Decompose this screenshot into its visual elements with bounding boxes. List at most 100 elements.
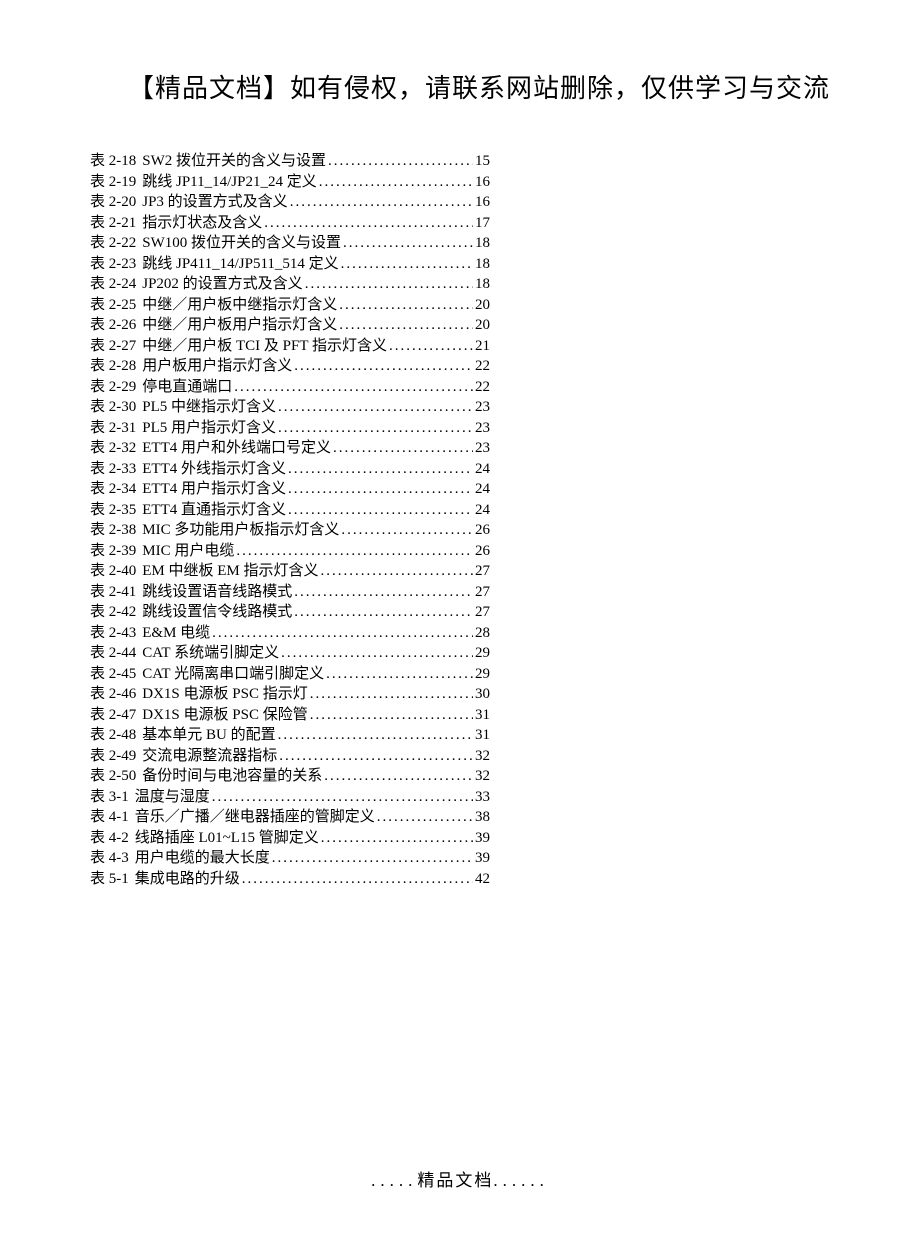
- toc-row: 表 2-27中继／用户板 TCI 及 PFT 指示灯含义21: [90, 336, 490, 357]
- toc-row: 表 2-47DX1S 电源板 PSC 保险管31: [90, 705, 490, 726]
- toc-page-number: 38: [473, 807, 490, 828]
- toc-leader-dots: [288, 192, 473, 213]
- toc-label: 表 2-32: [90, 438, 142, 459]
- toc-row: 表 2-22SW100 拨位开关的含义与设置18: [90, 233, 490, 254]
- toc-page-number: 30: [473, 684, 490, 705]
- toc-leader-dots: [337, 295, 473, 316]
- toc-label: 表 2-24: [90, 274, 142, 295]
- toc-page-number: 23: [473, 418, 490, 439]
- toc-title: 用户电缆的最大长度: [135, 848, 270, 869]
- toc-row: 表 2-43E&M 电缆28: [90, 623, 490, 644]
- toc-row: 表 2-29 停电直通端口22: [90, 377, 490, 398]
- toc-page-number: 32: [473, 746, 490, 767]
- toc-label: 表 2-33: [90, 459, 142, 480]
- toc-leader-dots: [286, 459, 473, 480]
- toc-label: 表 2-46: [90, 684, 142, 705]
- toc-page-number: 21: [473, 336, 490, 357]
- toc-leader-dots: [337, 315, 473, 336]
- toc-row: 表 2-26中继／用户板用户指示灯含义20: [90, 315, 490, 336]
- toc-label: 表 2-40: [90, 561, 142, 582]
- toc-leader-dots: [319, 828, 473, 849]
- toc-leader-dots: [303, 274, 473, 295]
- toc-page-number: 18: [473, 274, 490, 295]
- toc-title: 跳线 JP411_14/JP511_514 定义: [142, 254, 338, 275]
- toc-title: CAT 光隔离串口端引脚定义: [142, 664, 324, 685]
- table-of-contents: 表 2-18SW2 拨位开关的含义与设置15表 2-19跳线 JP11_14/J…: [90, 151, 830, 889]
- toc-row: 表 2-24JP202 的设置方式及含义18: [90, 274, 490, 295]
- toc-page-number: 24: [473, 459, 490, 480]
- toc-label: 表 2-27: [90, 336, 142, 357]
- toc-leader-dots: [339, 520, 473, 541]
- toc-leader-dots: [210, 787, 473, 808]
- toc-label: 表 2-47: [90, 705, 142, 726]
- toc-row: 表 2-25中继／用户板中继指示灯含义20: [90, 295, 490, 316]
- toc-label: 表 2-21: [90, 213, 142, 234]
- toc-label: 表 2-42: [90, 602, 142, 623]
- toc-row: 表 2-34ETT4 用户指示灯含义24: [90, 479, 490, 500]
- footer-text: 精品文档: [417, 1171, 493, 1190]
- toc-row: 表 2-40EM 中继板 EM 指示灯含义27: [90, 561, 490, 582]
- toc-page-number: 20: [473, 315, 490, 336]
- toc-leader-dots: [324, 664, 473, 685]
- toc-label: 表 5-1: [90, 869, 135, 890]
- toc-page-number: 17: [473, 213, 490, 234]
- toc-row: 表 3-1 温度与湿度33: [90, 787, 490, 808]
- toc-page-number: 39: [473, 828, 490, 849]
- toc-leader-dots: [262, 213, 473, 234]
- toc-leader-dots: [292, 602, 473, 623]
- toc-label: 表 2-20: [90, 192, 142, 213]
- toc-page-number: 26: [473, 541, 490, 562]
- toc-title: DX1S 电源板 PSC 指示灯: [142, 684, 307, 705]
- toc-title: JP3 的设置方式及含义: [142, 192, 287, 213]
- toc-leader-dots: [286, 479, 473, 500]
- toc-leader-dots: [322, 766, 473, 787]
- toc-row: 表 5-1 集成电路的升级42: [90, 869, 490, 890]
- toc-label: 表 4-2: [90, 828, 135, 849]
- footer-dots-right: ......: [493, 1171, 549, 1190]
- toc-label: 表 2-23: [90, 254, 142, 275]
- toc-label: 表 2-38: [90, 520, 142, 541]
- toc-row: 表 2-45CAT 光隔离串口端引脚定义29: [90, 664, 490, 685]
- toc-page-number: 22: [473, 377, 490, 398]
- footer-dots-left: .....: [371, 1171, 417, 1190]
- toc-page-number: 26: [473, 520, 490, 541]
- toc-row: 表 4-1 音乐／广播／继电器插座的管脚定义38: [90, 807, 490, 828]
- toc-row: 表 4-2 线路插座 L01~L15 管脚定义39: [90, 828, 490, 849]
- toc-label: 表 2-26: [90, 315, 142, 336]
- toc-row: 表 2-39 MIC 用户电缆26: [90, 541, 490, 562]
- toc-row: 表 2-33ETT4 外线指示灯含义 24: [90, 459, 490, 480]
- toc-title: ETT4 直通指示灯含义: [142, 500, 286, 521]
- toc-leader-dots: [276, 397, 473, 418]
- toc-page-number: 23: [473, 438, 490, 459]
- toc-leader-dots: [339, 254, 473, 275]
- toc-leader-dots: [326, 151, 473, 172]
- toc-row: 表 2-28用户板用户指示灯含义22: [90, 356, 490, 377]
- toc-leader-dots: [234, 541, 473, 562]
- toc-page-number: 27: [473, 582, 490, 603]
- toc-label: 表 2-31: [90, 418, 142, 439]
- toc-title: ETT4 外线指示灯含义: [142, 459, 286, 480]
- toc-leader-dots: [308, 684, 473, 705]
- toc-page-number: 24: [473, 479, 490, 500]
- toc-title: 交流电源整流器指标: [142, 746, 277, 767]
- toc-label: 表 2-28: [90, 356, 142, 377]
- toc-leader-dots: [232, 377, 473, 398]
- toc-title: 用户板用户指示灯含义: [142, 356, 292, 377]
- toc-leader-dots: [292, 356, 473, 377]
- toc-title: CAT 系统端引脚定义: [142, 643, 279, 664]
- toc-title: 温度与湿度: [135, 787, 210, 808]
- toc-row: 表 2-21指示灯状态及含义 17: [90, 213, 490, 234]
- toc-leader-dots: [210, 623, 473, 644]
- toc-title: 中继／用户板中继指示灯含义: [142, 295, 337, 316]
- toc-leader-dots: [286, 500, 473, 521]
- toc-row: 表 2-49 交流电源整流器指标32: [90, 746, 490, 767]
- toc-title: SW100 拨位开关的含义与设置: [142, 233, 341, 254]
- toc-row: 表 2-50 备份时间与电池容量的关系32: [90, 766, 490, 787]
- toc-page-number: 15: [473, 151, 490, 172]
- toc-row: 表 2-38MIC 多功能用户板指示灯含义26: [90, 520, 490, 541]
- toc-row: 表 2-42跳线设置信令线路模式27: [90, 602, 490, 623]
- toc-title: 指示灯状态及含义: [142, 213, 262, 234]
- toc-label: 表 2-50: [90, 766, 142, 787]
- toc-row: 表 2-20JP3 的设置方式及含义16: [90, 192, 490, 213]
- toc-row: 表 2-44CAT 系统端引脚定义29: [90, 643, 490, 664]
